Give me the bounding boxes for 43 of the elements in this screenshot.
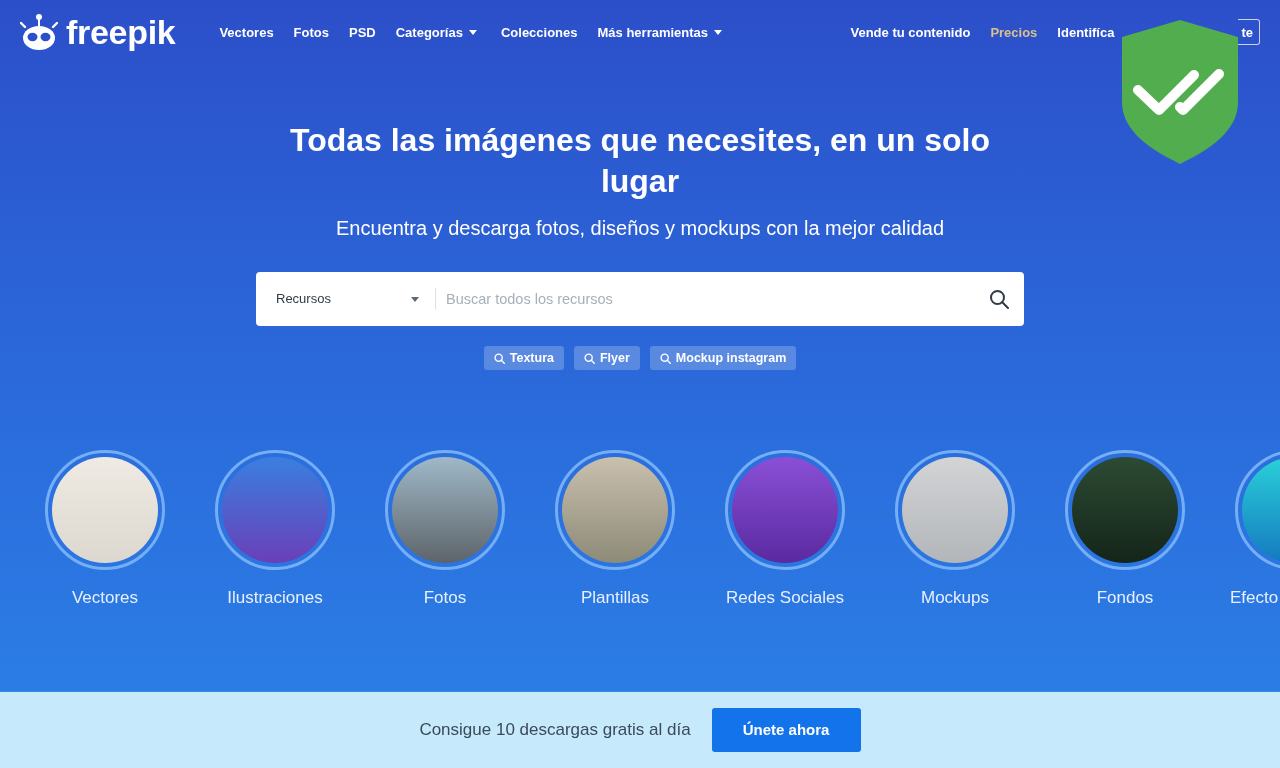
search-icon	[583, 352, 595, 364]
robot-logo-icon	[20, 14, 58, 50]
join-button[interactable]: Únete ahora	[711, 708, 861, 752]
logo-link[interactable]: freepik	[20, 14, 176, 50]
nav-dropdown[interactable]: Categorías	[395, 25, 477, 39]
promo-text: Consigue 10 descargas gratis al día	[419, 719, 691, 742]
photo-placeholder[interactable]	[1065, 450, 1185, 570]
category-link[interactable]: Fondos	[1096, 586, 1154, 610]
nav-link[interactable]: Precios	[990, 25, 1038, 39]
nav-link[interactable]: Vectores	[219, 25, 274, 39]
search-bar[interactable]: Recursos Buscar todos los recursos	[256, 272, 1024, 326]
caret-icon	[714, 29, 723, 35]
nav-link[interactable]: Fotos	[293, 25, 329, 39]
caret-icon	[411, 296, 419, 302]
photo-placeholder[interactable]	[45, 450, 165, 570]
category-link[interactable]: Efecto	[1230, 586, 1279, 610]
photo-placeholder[interactable]	[215, 450, 335, 570]
suggestion-tag[interactable]: Textura	[483, 346, 564, 370]
category-link[interactable]: Mockups	[921, 586, 989, 610]
category-dropdown[interactable]: Recursos	[276, 289, 419, 309]
search-icon	[989, 289, 1009, 309]
category-link[interactable]: Fotos	[423, 586, 467, 610]
caret-icon	[468, 29, 477, 35]
suggestion-tag[interactable]: Flyer	[573, 346, 640, 370]
search-icon	[659, 352, 671, 364]
nav-link[interactable]: PSD	[349, 25, 376, 39]
search-icon	[493, 352, 505, 364]
category-link[interactable]: Ilustraciones	[227, 586, 323, 610]
photo-placeholder[interactable]	[725, 450, 845, 570]
nav-link[interactable]: Identifíca	[1057, 25, 1115, 39]
category-link[interactable]: Redes Sociales	[725, 586, 845, 610]
category-link[interactable]: Plantillas	[580, 586, 649, 610]
nav-link[interactable]: Colecciones	[500, 25, 578, 39]
nav-link[interactable]: Vende tu contenido	[850, 25, 971, 39]
search-button[interactable]	[988, 288, 1010, 310]
hero-title: Todas las imágenes que necesites, en un solo lugar	[288, 121, 992, 201]
nav-dropdown[interactable]: Más herramientas	[597, 25, 723, 39]
category-link[interactable]: Vectores	[71, 586, 139, 610]
suggestion-tag[interactable]: Mockup instagram	[649, 346, 797, 370]
shield-check-icon	[1122, 20, 1238, 164]
search-field[interactable]: Buscar todos los recursos	[436, 279, 988, 319]
hero-subtitle: Encuentra y descarga fotos, diseños y mockups con la mejor calidad	[334, 216, 946, 241]
photo-placeholder[interactable]	[895, 450, 1015, 570]
